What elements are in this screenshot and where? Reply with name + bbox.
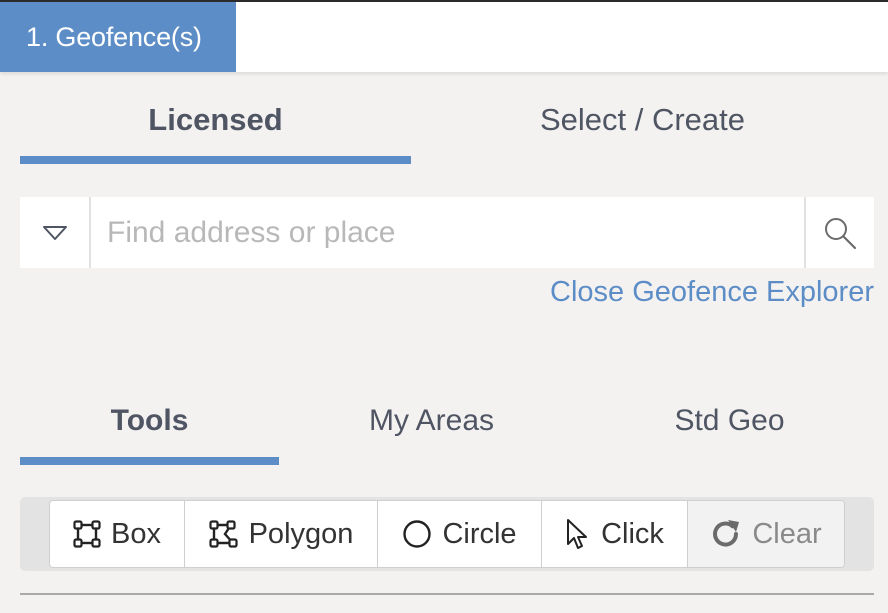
circle-tool-button[interactable]: Circle bbox=[378, 501, 542, 567]
polygon-tool-label: Polygon bbox=[248, 517, 354, 550]
tab-tools-label: Tools bbox=[110, 404, 189, 437]
search-bar bbox=[20, 197, 874, 268]
tab-std-geo-label: Std Geo bbox=[674, 404, 785, 437]
clear-tool-button[interactable]: Clear bbox=[688, 501, 844, 567]
close-geofence-explorer-link[interactable]: Close Geofence Explorer bbox=[550, 276, 874, 309]
search-button[interactable] bbox=[804, 197, 874, 268]
clear-tool-label: Clear bbox=[752, 517, 822, 550]
drawing-toolbar-container: Box Polygon Circle Click Clear bbox=[20, 497, 874, 571]
tab-my-areas[interactable]: My Areas bbox=[302, 393, 561, 465]
box-tool-button[interactable]: Box bbox=[50, 501, 185, 567]
tab-select-create-label: Select / Create bbox=[539, 102, 746, 137]
tab-std-geo[interactable]: Std Geo bbox=[600, 393, 859, 465]
section-divider bbox=[20, 593, 874, 595]
circle-tool-label: Circle bbox=[442, 517, 517, 550]
geofence-step-tab[interactable]: 1. Geofence(s) bbox=[0, 2, 236, 72]
circle-icon bbox=[403, 520, 432, 548]
tab-tools[interactable]: Tools bbox=[20, 393, 279, 465]
active-tab-indicator bbox=[20, 457, 279, 465]
polygon-tool-button[interactable]: Polygon bbox=[185, 501, 378, 567]
search-input[interactable] bbox=[91, 197, 804, 268]
app-header: 1. Geofence(s) bbox=[0, 0, 888, 72]
search-source-dropdown[interactable] bbox=[20, 197, 91, 268]
active-tab-indicator bbox=[20, 156, 411, 164]
triangle-down-icon bbox=[42, 225, 67, 240]
magnifier-icon bbox=[825, 217, 857, 249]
click-tool-button[interactable]: Click bbox=[542, 501, 688, 567]
drawing-toolbar: Box Polygon Circle Click Clear bbox=[49, 500, 845, 568]
box-icon bbox=[73, 520, 101, 548]
polygon-icon bbox=[208, 520, 238, 548]
tab-select-create[interactable]: Select / Create bbox=[447, 88, 838, 164]
box-tool-label: Box bbox=[111, 517, 161, 550]
tab-licensed-label: Licensed bbox=[148, 102, 283, 137]
click-tool-label: Click bbox=[601, 517, 664, 550]
redo-icon bbox=[713, 520, 740, 547]
cursor-icon bbox=[567, 519, 588, 549]
primary-tabs: Licensed Select / Create bbox=[20, 88, 874, 164]
tab-my-areas-label: My Areas bbox=[368, 404, 495, 437]
secondary-tabs: Tools My Areas Std Geo bbox=[20, 393, 874, 465]
tab-licensed[interactable]: Licensed bbox=[20, 88, 411, 164]
